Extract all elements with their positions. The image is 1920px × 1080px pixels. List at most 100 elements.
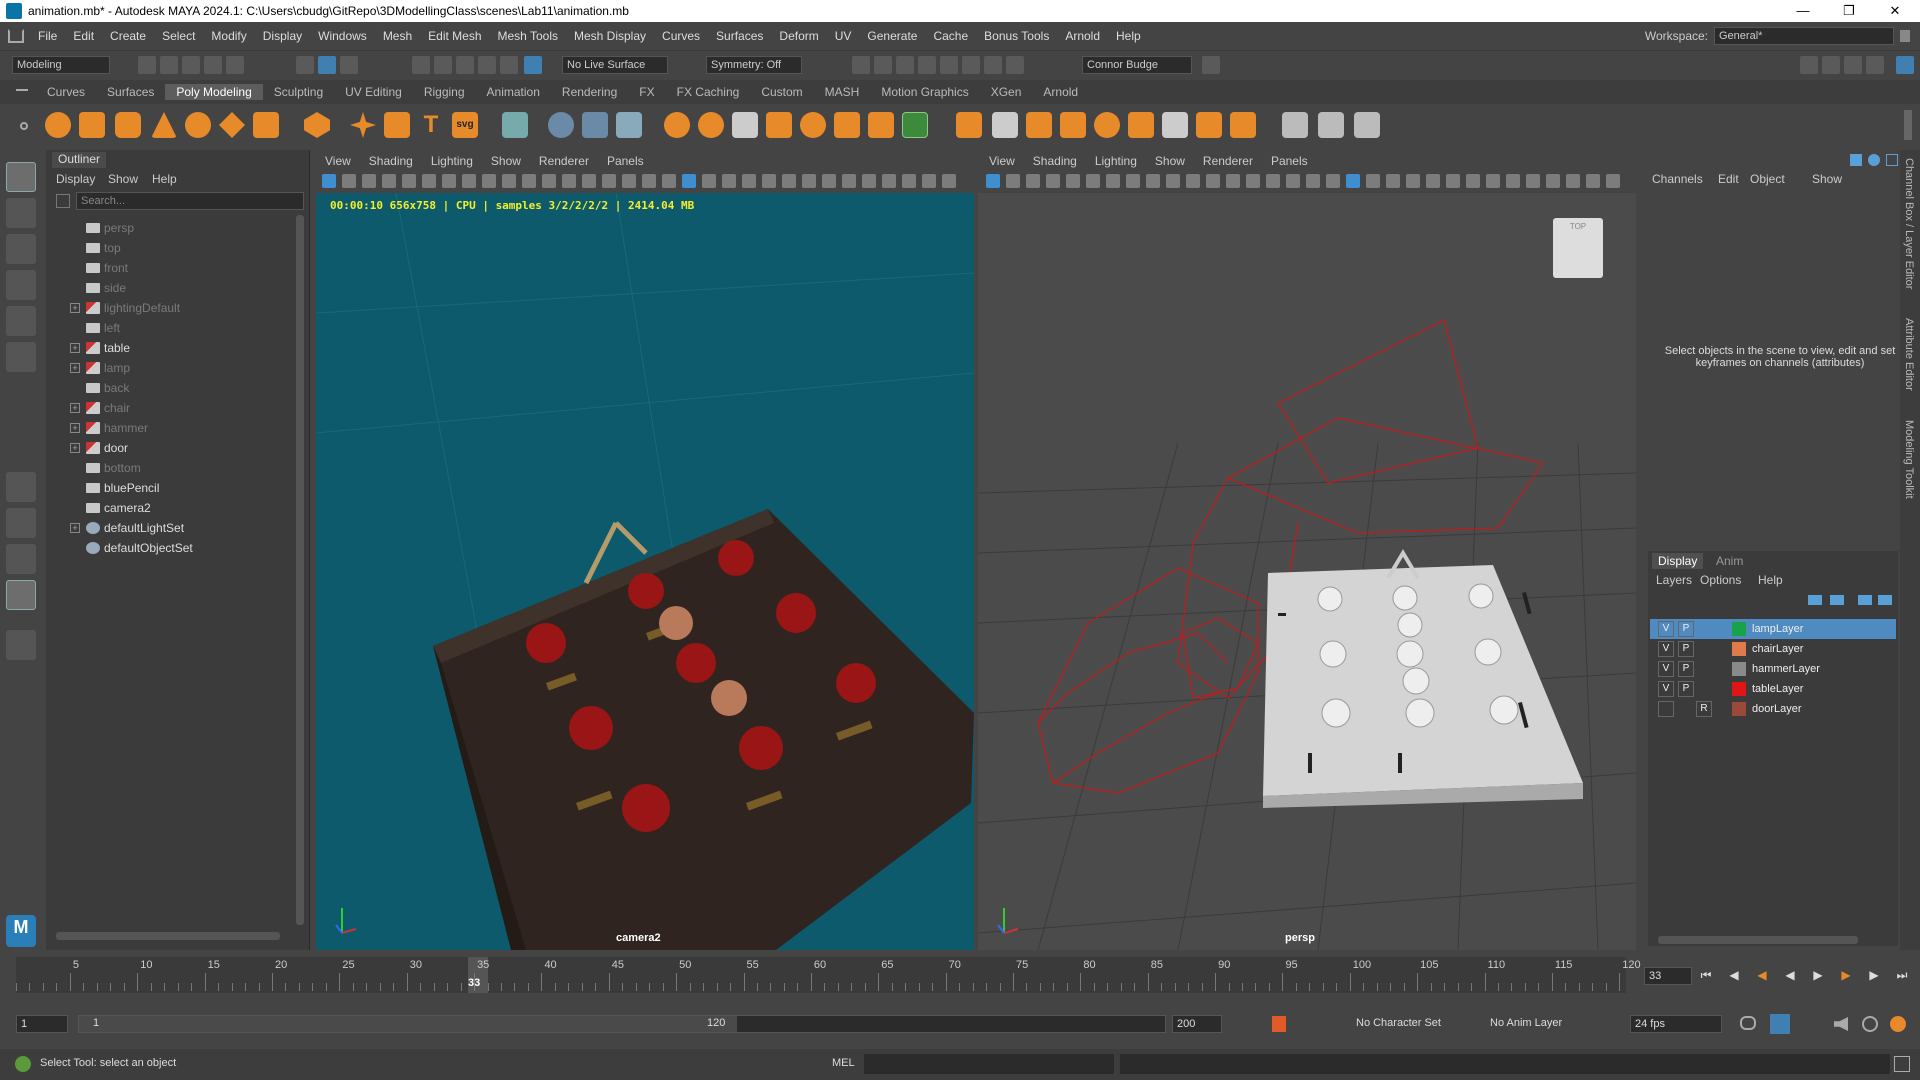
channelbox-expand-icon[interactable] [1850, 154, 1862, 166]
outliner-item[interactable]: bottom [46, 458, 286, 478]
menu-mesh-tools[interactable]: Mesh Tools [490, 29, 566, 43]
viewport-tool-icon[interactable] [1266, 174, 1280, 188]
outliner-item[interactable]: side [46, 278, 286, 298]
pause-icon[interactable] [1006, 56, 1024, 74]
help-icon[interactable] [1202, 56, 1220, 74]
single-perspective-layout-icon[interactable] [6, 472, 36, 502]
select-hierarchy-icon[interactable] [296, 56, 314, 74]
shelf-tab-fx-caching[interactable]: FX Caching [666, 84, 751, 100]
outliner-item[interactable]: back [46, 378, 286, 398]
channel-box-icon[interactable] [1866, 56, 1884, 74]
viewport-tool-icon[interactable] [882, 174, 896, 188]
outliner-item[interactable]: camera2 [46, 498, 286, 518]
current-frame-field[interactable]: 33 [1644, 967, 1692, 985]
layer-visibility-toggle[interactable]: V [1658, 681, 1674, 697]
menu-select[interactable]: Select [154, 29, 203, 43]
menu-generate[interactable]: Generate [859, 29, 925, 43]
channel-box-tab[interactable]: Channel Box / Layer Editor [1903, 158, 1915, 289]
viewport-tool-icon[interactable] [1206, 174, 1220, 188]
search-icon[interactable] [6, 630, 36, 660]
rotate-tool-icon[interactable] [6, 306, 36, 336]
viewport-tool-icon[interactable] [1186, 174, 1200, 188]
time-ticks[interactable]: 33 5101520253035404550556065707580859095… [16, 957, 1641, 993]
shelf-settings-icon[interactable] [20, 122, 28, 130]
viewport-tool-icon[interactable] [622, 174, 636, 188]
outliner-item[interactable]: + lightingDefault [46, 298, 286, 318]
expand-icon[interactable]: + [70, 403, 80, 413]
loop-icon[interactable] [1740, 1016, 1756, 1030]
merge-icon[interactable] [1094, 112, 1120, 138]
shelf-tab-custom[interactable]: Custom [750, 84, 813, 100]
go-to-end-icon[interactable]: ⏭ [1894, 967, 1910, 983]
layer-color-swatch[interactable] [1732, 702, 1746, 716]
layer-display-type-toggle[interactable]: P [1678, 621, 1694, 637]
arnold-ipr-icon[interactable] [984, 56, 1002, 74]
cache-playback-icon[interactable] [1770, 1014, 1790, 1034]
viewport-tool-icon[interactable] [1306, 174, 1320, 188]
layer-row[interactable]: V PlampLayer [1650, 619, 1896, 639]
viewport-menu-shading[interactable]: Shading [360, 152, 422, 170]
viewport-tool-icon[interactable] [1146, 174, 1160, 188]
boolean-difference-icon[interactable] [698, 112, 724, 138]
bridge-icon[interactable] [868, 112, 894, 138]
menu-modify[interactable]: Modify [203, 29, 254, 43]
playback-speed-icon[interactable] [1862, 1016, 1878, 1032]
viewport-tool-icon[interactable] [1026, 174, 1040, 188]
retopologize-icon[interactable] [834, 112, 860, 138]
sound-icon[interactable] [1834, 1017, 1848, 1031]
menu-mesh-display[interactable]: Mesh Display [566, 29, 654, 43]
anim-layer-dropdown[interactable]: No Anim Layer [1486, 1015, 1592, 1033]
layer-visibility-toggle[interactable]: V [1658, 661, 1674, 677]
mel-command-input[interactable] [864, 1054, 1114, 1074]
lock-icon[interactable] [1900, 30, 1910, 42]
viewport-menu-shading[interactable]: Shading [1024, 152, 1086, 170]
auto-key-icon[interactable] [1272, 1016, 1286, 1032]
poly-torus-icon[interactable] [185, 112, 211, 138]
outliner-menu-help[interactable]: Help [152, 172, 177, 186]
smooth-icon[interactable] [616, 112, 642, 138]
viewport-tool-icon[interactable] [522, 174, 536, 188]
outliner-vertical-scrollbar[interactable] [296, 215, 304, 925]
move-tool-icon[interactable] [6, 270, 36, 300]
layer-display-type-toggle[interactable]: P [1678, 661, 1694, 677]
outliner-item[interactable]: front [46, 258, 286, 278]
outliner-item[interactable]: + hammer [46, 418, 286, 438]
shelf-tab-rigging[interactable]: Rigging [413, 84, 476, 100]
layer-display-type-toggle[interactable]: P [1678, 641, 1694, 657]
viewport-tool-icon[interactable] [1506, 174, 1520, 188]
viewport-tool-icon[interactable] [1006, 174, 1020, 188]
poly-cone-icon[interactable] [151, 112, 177, 138]
layer-display-type-toggle[interactable]: R [1696, 701, 1712, 717]
hypershade-icon[interactable] [940, 56, 958, 74]
render-settings-icon[interactable] [918, 56, 936, 74]
viewport-tool-icon[interactable] [562, 174, 576, 188]
outliner-menu-display[interactable]: Display [56, 172, 95, 186]
target-weld-icon[interactable] [1128, 112, 1154, 138]
viewport-tool-icon[interactable] [342, 174, 356, 188]
viewport-menu-renderer[interactable]: Renderer [1194, 152, 1262, 170]
mel-label[interactable]: MEL [832, 1057, 855, 1069]
viewport-tool-icon[interactable] [742, 174, 756, 188]
symmetry-dropdown[interactable]: Symmetry: Off [706, 56, 802, 74]
panel-layout-icon[interactable] [1896, 56, 1914, 74]
shelf-tab-fx[interactable]: FX [628, 84, 665, 100]
viewport-tool-icon[interactable] [1346, 174, 1360, 188]
insert-edge-loop-icon[interactable] [1196, 112, 1222, 138]
lasso-tool-icon[interactable] [6, 198, 36, 228]
snap-surface-icon[interactable] [500, 56, 518, 74]
close-icon[interactable]: ✕ [1872, 0, 1918, 22]
platonic-solid-icon[interactable] [304, 112, 330, 138]
channels-menu[interactable]: Channels [1652, 172, 1703, 186]
redo-icon[interactable] [226, 56, 244, 74]
svg-tool-icon[interactable]: svg [452, 112, 478, 138]
remesh-icon[interactable] [800, 112, 826, 138]
new-layer-icon[interactable] [1858, 595, 1872, 605]
separate-icon[interactable] [582, 112, 608, 138]
shelf-menu-icon[interactable] [16, 89, 28, 91]
menu-file[interactable]: File [30, 29, 65, 43]
layer-display-type-toggle[interactable]: P [1678, 681, 1694, 697]
viewport-tool-icon[interactable] [1526, 174, 1540, 188]
viewport-tool-icon[interactable] [382, 174, 396, 188]
viewport-tool-icon[interactable] [842, 174, 856, 188]
character-set-dropdown[interactable]: No Character Set [1352, 1015, 1470, 1033]
